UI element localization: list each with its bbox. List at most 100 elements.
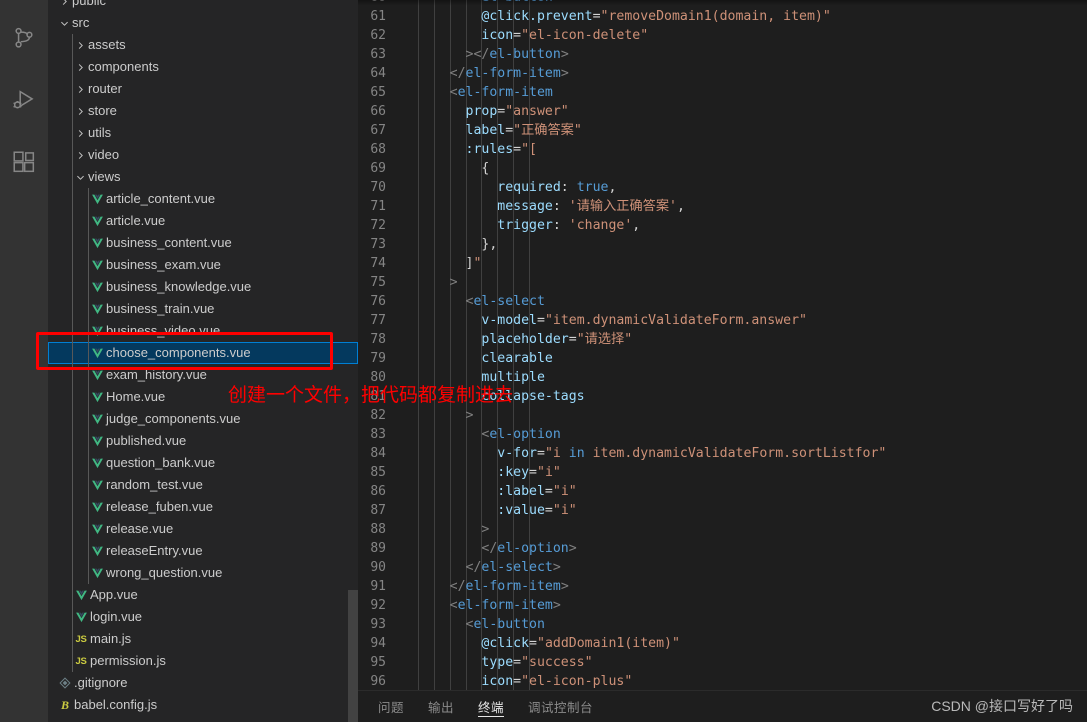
- file-tree-item[interactable]: login.vue: [48, 606, 358, 628]
- file-tree-item[interactable]: business_exam.vue: [48, 254, 358, 276]
- file-tree-item[interactable]: JS permission.js: [48, 650, 358, 672]
- chevron-right-icon[interactable]: [72, 78, 88, 100]
- code-line[interactable]: 88 >: [358, 520, 1087, 539]
- file-tree-item[interactable]: store: [48, 100, 358, 122]
- code-lines-container[interactable]: 60 ><el-button61 @click.prevent="removeD…: [358, 0, 1087, 690]
- file-tree-item-label: views: [88, 169, 121, 184]
- code-line[interactable]: 69 {: [358, 159, 1087, 178]
- chevron-right-icon[interactable]: [72, 56, 88, 78]
- code-token: placeholder: [402, 332, 569, 347]
- code-line[interactable]: 68 :rules="[: [358, 140, 1087, 159]
- code-line[interactable]: 66 prop="answer": [358, 102, 1087, 121]
- code-line[interactable]: 61 @click.prevent="removeDomain1(domain,…: [358, 7, 1087, 26]
- chevron-right-icon[interactable]: [72, 122, 88, 144]
- file-tree-item[interactable]: wrong_question.vue: [48, 562, 358, 584]
- code-line-text: @click.prevent="removeDomain1(domain, it…: [402, 7, 830, 26]
- chevron-right-icon[interactable]: [72, 144, 88, 166]
- panel-tab-terminal[interactable]: 终端: [478, 691, 505, 722]
- code-line[interactable]: 82 >: [358, 406, 1087, 425]
- chevron-right-icon[interactable]: [56, 0, 72, 12]
- code-line[interactable]: 84 v-for="i in item.dynamicValidateForm.…: [358, 444, 1087, 463]
- file-tree-item[interactable]: business_content.vue: [48, 232, 358, 254]
- file-tree[interactable]: public src assets components router store util…: [48, 0, 358, 716]
- code-line[interactable]: 92 <el-form-item>: [358, 596, 1087, 615]
- code-line[interactable]: 95 type="success": [358, 653, 1087, 672]
- file-tree-item[interactable]: article_content.vue: [48, 188, 358, 210]
- chevron-down-icon[interactable]: [72, 166, 88, 188]
- sidebar-scrollbar-thumb[interactable]: [348, 590, 358, 722]
- code-line[interactable]: 62 icon="el-icon-delete": [358, 26, 1087, 45]
- code-line[interactable]: 78 placeholder="请选择": [358, 330, 1087, 349]
- code-line[interactable]: 73 },: [358, 235, 1087, 254]
- file-tree-item[interactable]: App.vue: [48, 584, 358, 606]
- source-control-icon[interactable]: [0, 14, 48, 62]
- panel-tab-output[interactable]: 输出: [428, 691, 454, 722]
- code-line[interactable]: 63 ></el-button>: [358, 45, 1087, 64]
- file-tree-item[interactable]: release_fuben.vue: [48, 496, 358, 518]
- code-token: label: [402, 123, 506, 138]
- code-line-text: },: [402, 235, 497, 254]
- file-tree-item[interactable]: releaseEntry.vue: [48, 540, 358, 562]
- file-tree-item[interactable]: router: [48, 78, 358, 100]
- extensions-icon[interactable]: [0, 138, 48, 186]
- file-tree-item[interactable]: business_knowledge.vue: [48, 276, 358, 298]
- code-line[interactable]: 89 </el-option>: [358, 539, 1087, 558]
- chevron-right-icon[interactable]: [72, 34, 88, 56]
- file-tree-item[interactable]: video: [48, 144, 358, 166]
- file-tree-item[interactable]: business_train.vue: [48, 298, 358, 320]
- code-token: :: [552, 199, 569, 214]
- code-line[interactable]: 93 <el-button: [358, 615, 1087, 634]
- code-line[interactable]: 94 @click="addDomain1(item)": [358, 634, 1087, 653]
- file-tree-item[interactable]: public: [48, 0, 358, 12]
- code-line[interactable]: 79 clearable: [358, 349, 1087, 368]
- file-tree-item[interactable]: judge_components.vue: [48, 408, 358, 430]
- code-line[interactable]: 65 <el-form-item: [358, 83, 1087, 102]
- line-number: 69: [370, 161, 386, 176]
- file-tree-item[interactable]: components: [48, 56, 358, 78]
- code-line[interactable]: 75 >: [358, 273, 1087, 292]
- file-tree-item[interactable]: .gitignore: [48, 672, 358, 694]
- chevron-right-icon[interactable]: [72, 100, 88, 122]
- file-tree-item[interactable]: article.vue: [48, 210, 358, 232]
- run-and-debug-icon[interactable]: [0, 76, 48, 124]
- panel-tab-problems[interactable]: 问题: [378, 691, 404, 722]
- code-line[interactable]: 85 :key="i": [358, 463, 1087, 482]
- code-line[interactable]: 86 :label="i": [358, 482, 1087, 501]
- file-tree-item[interactable]: release.vue: [48, 518, 358, 540]
- file-tree-item[interactable]: random_test.vue: [48, 474, 358, 496]
- file-tree-item[interactable]: Bbabel.config.js: [48, 694, 358, 716]
- file-tree-item[interactable]: question_bank.vue: [48, 452, 358, 474]
- file-tree-item[interactable]: utils: [48, 122, 358, 144]
- code-line[interactable]: 71 message: '请输入正确答案',: [358, 197, 1087, 216]
- code-line[interactable]: 87 :value="i": [358, 501, 1087, 520]
- file-tree-item[interactable]: views: [48, 166, 358, 188]
- watermark-text: CSDN @接口写好了吗: [931, 698, 1073, 714]
- code-line[interactable]: 60 ><el-button: [358, 0, 1087, 7]
- code-token: el-select: [473, 294, 545, 309]
- file-tree-item[interactable]: published.vue: [48, 430, 358, 452]
- code-line[interactable]: 67 label="正确答案": [358, 121, 1087, 140]
- code-content[interactable]: 60 ><el-button61 @click.prevent="removeD…: [358, 0, 1087, 690]
- code-line[interactable]: 76 <el-select: [358, 292, 1087, 311]
- file-tree-item[interactable]: assets: [48, 34, 358, 56]
- code-line-text: <el-option: [402, 425, 560, 444]
- file-tree-item[interactable]: business_video.vue: [48, 320, 358, 342]
- file-tree-item-label: Home.vue: [106, 389, 166, 404]
- file-tree-item-label: permission.js: [90, 653, 166, 668]
- code-line[interactable]: 83 <el-option: [358, 425, 1087, 444]
- line-number: 82: [370, 408, 386, 423]
- code-line[interactable]: 91 </el-form-item>: [358, 577, 1087, 596]
- code-line[interactable]: 96 icon="el-icon-plus": [358, 672, 1087, 690]
- panel-tab-debug-console[interactable]: 调试控制台: [528, 691, 593, 722]
- line-number: 89: [370, 541, 386, 556]
- code-line[interactable]: 70 required: true,: [358, 178, 1087, 197]
- code-line[interactable]: 77 v-model="item.dynamicValidateForm.ans…: [358, 311, 1087, 330]
- code-line[interactable]: 74 ]": [358, 254, 1087, 273]
- file-tree-item-selected[interactable]: choose_components.vue: [48, 342, 358, 364]
- file-tree-item[interactable]: JS main.js: [48, 628, 358, 650]
- file-tree-item[interactable]: src: [48, 12, 358, 34]
- chevron-down-icon[interactable]: [56, 12, 72, 34]
- code-line[interactable]: 64 </el-form-item>: [358, 64, 1087, 83]
- code-line[interactable]: 90 </el-select>: [358, 558, 1087, 577]
- code-line[interactable]: 72 trigger: 'change',: [358, 216, 1087, 235]
